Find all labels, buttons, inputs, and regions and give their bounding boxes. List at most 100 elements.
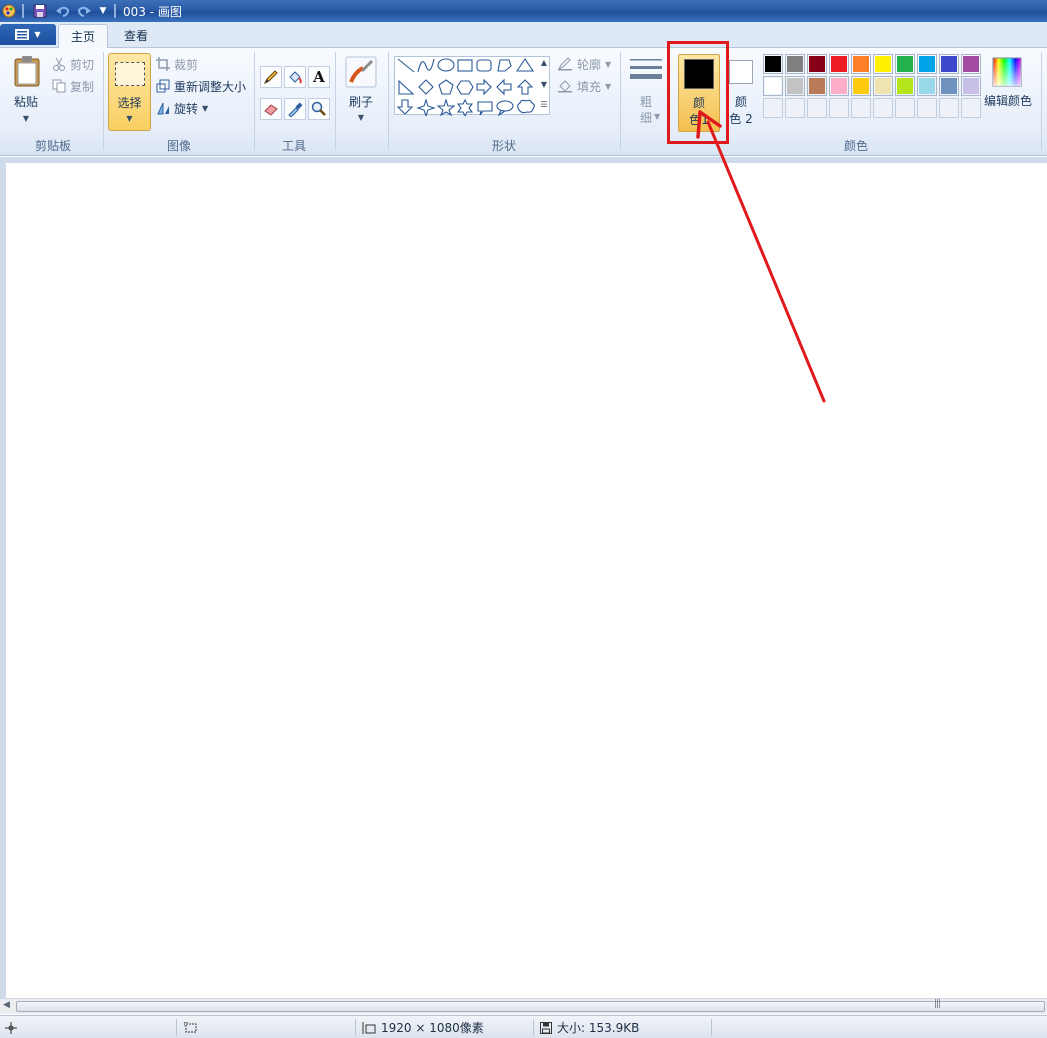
edit-colors-button[interactable]: 编辑颜色	[982, 53, 1034, 131]
customize-quick-access-icon[interactable]: ▼	[97, 3, 109, 19]
resize-button[interactable]: 重新调整大小	[156, 76, 246, 96]
palette-color-swatch[interactable]	[763, 76, 783, 96]
right-arrow-shape-icon[interactable]	[476, 78, 492, 96]
shapes-expand-icon[interactable]: ☰	[538, 100, 550, 109]
paste-label: 粘贴	[13, 95, 38, 109]
curve-shape-icon[interactable]	[417, 58, 435, 73]
magnifier-tool[interactable]	[308, 98, 330, 120]
scroll-left-icon[interactable]: ◀	[3, 1000, 10, 1010]
palette-empty-swatch[interactable]	[961, 98, 981, 118]
text-tool[interactable]: A	[308, 66, 330, 88]
left-arrow-shape-icon[interactable]	[496, 78, 512, 96]
palette-color-swatch[interactable]	[873, 54, 893, 74]
palette-color-swatch[interactable]	[785, 54, 805, 74]
line-shape-icon[interactable]	[397, 58, 415, 73]
tools-group-label: 工具	[281, 139, 306, 153]
eraser-tool[interactable]	[260, 98, 282, 120]
color-picker-tool[interactable]	[284, 98, 306, 120]
palette-color-swatch[interactable]	[763, 54, 783, 74]
triangle-shape-icon[interactable]	[515, 58, 535, 72]
palette-empty-swatch[interactable]	[829, 98, 849, 118]
rotate-icon	[157, 102, 169, 115]
crop-icon	[156, 57, 170, 71]
up-arrow-shape-icon[interactable]	[516, 79, 534, 95]
fill-bucket-icon	[558, 80, 572, 93]
cloud-callout-shape-icon[interactable]	[517, 99, 535, 114]
palette-color-swatch[interactable]	[829, 54, 849, 74]
down-arrow-shape-icon[interactable]	[396, 99, 414, 115]
palette-color-swatch[interactable]	[873, 76, 893, 96]
pentagon-shape-icon[interactable]	[438, 79, 454, 95]
shapes-scroll-up-icon[interactable]: ▲	[538, 58, 550, 67]
save-icon[interactable]	[32, 3, 48, 19]
palette-empty-swatch[interactable]	[895, 98, 915, 118]
palette-color-swatch[interactable]	[895, 76, 915, 96]
file-menu-dropdown-icon: ▼	[34, 30, 41, 39]
four-point-star-shape-icon[interactable]	[416, 98, 436, 116]
rounded-callout-shape-icon[interactable]	[477, 101, 493, 116]
eraser-icon	[264, 104, 278, 116]
paint-app-icon[interactable]	[1, 3, 17, 19]
outline-button[interactable]: 轮廓 ▼	[557, 54, 611, 74]
window-title: 003 - 画图	[123, 5, 182, 19]
select-button[interactable]: 选择 ▼	[108, 53, 151, 131]
right-triangle-shape-icon[interactable]	[398, 79, 415, 95]
pencil-tool[interactable]	[260, 66, 282, 88]
cut-button[interactable]: 剪切	[52, 54, 94, 74]
palette-color-swatch[interactable]	[895, 54, 915, 74]
five-point-star-shape-icon[interactable]	[436, 98, 456, 116]
fill-button[interactable]: 填充 ▼	[557, 76, 611, 96]
palette-color-swatch[interactable]	[961, 54, 981, 74]
palette-empty-swatch[interactable]	[785, 98, 805, 118]
rectangle-select-icon	[115, 62, 145, 86]
scrollbar-thumb[interactable]	[16, 1001, 1045, 1012]
horizontal-scrollbar[interactable]: ◀ |||	[0, 998, 1047, 1014]
six-point-star-shape-icon[interactable]	[456, 98, 474, 116]
polygon-shape-icon[interactable]	[497, 59, 512, 72]
tab-home[interactable]: 主页	[58, 24, 109, 48]
palette-color-fill	[941, 78, 957, 94]
file-size: 大小: 153.9KB	[540, 1019, 639, 1036]
crop-button[interactable]: 裁剪	[156, 54, 198, 74]
brushes-dropdown-icon: ▼	[357, 113, 365, 122]
palette-color-swatch[interactable]	[851, 76, 871, 96]
palette-color-swatch[interactable]	[939, 76, 959, 96]
undo-icon[interactable]	[55, 3, 71, 19]
rounded-rectangle-shape-icon[interactable]	[476, 59, 492, 72]
shapes-scroll-down-icon[interactable]: ▼	[538, 80, 550, 89]
size-button[interactable]: 粗 细 ▼	[626, 53, 666, 131]
image-dimensions-text: 1920 × 1080像素	[381, 1021, 484, 1035]
palette-color-swatch[interactable]	[807, 76, 827, 96]
palette-color-swatch[interactable]	[917, 54, 937, 74]
palette-empty-swatch[interactable]	[939, 98, 959, 118]
palette-empty-swatch[interactable]	[763, 98, 783, 118]
palette-color-swatch[interactable]	[785, 76, 805, 96]
diamond-shape-icon[interactable]	[418, 79, 434, 95]
palette-color-fill	[787, 56, 803, 72]
drawing-canvas[interactable]	[6, 163, 1047, 998]
file-menu-button[interactable]: ▼	[0, 24, 56, 45]
hexagon-shape-icon[interactable]	[456, 80, 474, 95]
redo-icon[interactable]	[76, 3, 92, 19]
rectangle-shape-icon[interactable]	[457, 59, 473, 72]
palette-color-swatch[interactable]	[939, 54, 959, 74]
rotate-button[interactable]: 旋转 ▼	[156, 98, 208, 118]
size-label-line1: 粗	[639, 95, 652, 109]
palette-color-swatch[interactable]	[829, 76, 849, 96]
copy-button[interactable]: 复制	[52, 76, 94, 96]
paste-button[interactable]: 粘贴 ▼	[6, 52, 46, 130]
palette-empty-swatch[interactable]	[873, 98, 893, 118]
palette-empty-swatch[interactable]	[917, 98, 937, 118]
tab-view[interactable]: 查看	[112, 24, 160, 48]
palette-color-swatch[interactable]	[807, 54, 827, 74]
palette-color-swatch[interactable]	[851, 54, 871, 74]
palette-empty-swatch[interactable]	[807, 98, 827, 118]
palette-empty-swatch[interactable]	[851, 98, 871, 118]
oval-callout-shape-icon[interactable]	[496, 100, 514, 116]
crop-label: 裁剪	[174, 57, 199, 72]
oval-shape-icon[interactable]	[437, 58, 455, 72]
brushes-button[interactable]: 刷子 ▼	[342, 53, 380, 131]
palette-color-swatch[interactable]	[917, 76, 937, 96]
palette-color-swatch[interactable]	[961, 76, 981, 96]
fill-tool[interactable]	[284, 66, 306, 88]
